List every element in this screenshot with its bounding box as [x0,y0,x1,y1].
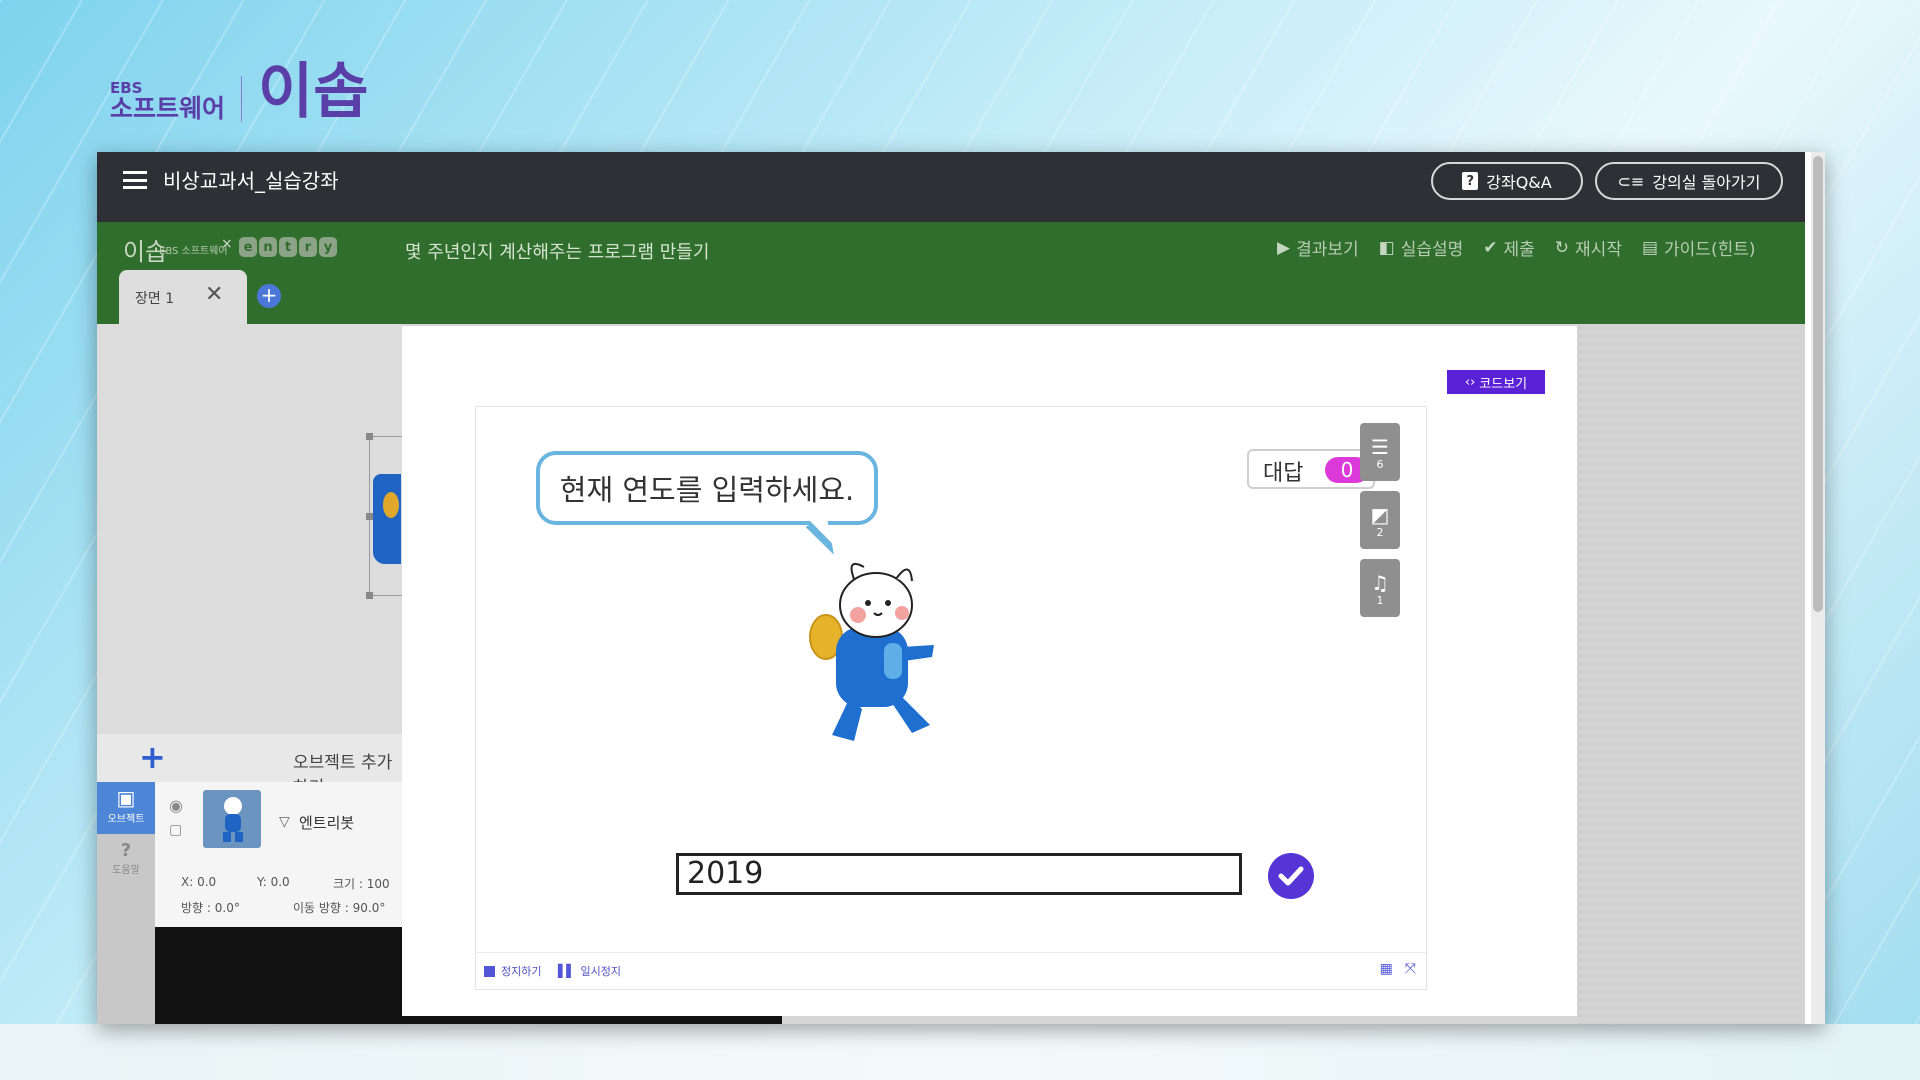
entry-toolbar: 이솝 EBS 소프트웨어 × entry 몇 주년인지 계산해주는 프로그램 만… [97,222,1805,324]
block-workspace [1577,324,1805,1024]
lock-icon[interactable]: ▢ [169,822,182,838]
grid-icon[interactable]: ▦ [1380,961,1393,977]
stage-footer-tools: ▦ ⤧ [1380,961,1416,977]
logo-divider [241,76,243,122]
shape-resource-button[interactable]: ◩ 2 [1360,491,1400,549]
entrybot-character [809,563,934,741]
logo-iseum: 이솝 [258,57,369,127]
course-qa-button[interactable]: ? 강좌Q&A [1431,162,1583,200]
shape-icon: ◩ [1370,502,1390,527]
list-icon: ☰ [1371,434,1389,459]
tab-scene-1[interactable]: 장면 1 ✕ [119,270,247,324]
music-resource-button[interactable]: ♫ 1 [1360,559,1400,617]
object-list: ◉ ▢ ▽ 엔트리봇 X: 0.0 Y: 0.0 크기 : 100 방향 : 0… [155,782,402,927]
course-qa-label: 강좌Q&A [1486,173,1552,192]
browser-window: 비상교과서_실습강좌 ? 강좌Q&A ⊂≡ 강의실 돌아가기 이솝 EBS 소프… [97,152,1825,1024]
fullscreen-icon[interactable]: ⤧ [1405,961,1416,977]
question-icon: ? [1462,172,1479,190]
result-view-button[interactable]: ▶ 결과보기 [1277,235,1359,261]
practice-guide-button[interactable]: ◧ 실습설명 [1378,235,1464,261]
hint-button[interactable]: ▤ 가이드(힌트) [1641,235,1756,261]
object-direction: 방향 : 0.0° [181,901,240,915]
object-move-direction: 이동 방향 : 90.0° [293,901,386,915]
toolbar-actions: ▶ 결과보기 ◧ 실습설명 ✔ 제출 ↻ 재시작 ▤ 가이드(힌트) [1277,235,1756,261]
stop-icon [484,965,495,977]
close-icon[interactable]: ✕ [205,282,223,307]
answer-submit-button[interactable] [1268,853,1314,899]
page-scrollbar[interactable] [1811,152,1825,1024]
rail-help-tab[interactable]: ? 도움말 [97,836,155,888]
answer-label: 대답 [1263,461,1304,486]
music-icon: ♫ [1371,570,1389,595]
collab-x-mark: × [221,236,233,252]
answer-input[interactable]: 2019 [676,853,1242,895]
stage-footer: 정지하기 ▌▌ 일시정지 ▦ ⤧ [476,952,1426,989]
pause-button[interactable]: ▌▌ 일시정지 [558,963,621,979]
back-to-classroom-label: 강의실 돌아가기 [1652,173,1761,192]
check-icon: ✔ [1483,237,1498,258]
course-title: 비상교과서_실습강좌 [163,169,339,193]
answer-variable-monitor: 대답 0 [1247,449,1375,489]
code-area-dark [155,927,402,1024]
book-icon: ◧ [1378,237,1395,258]
page-scrollbar-thumb[interactable] [1813,156,1823,612]
entrybot-thumbnail[interactable] [203,790,261,848]
play-icon: ▶ [1277,237,1291,258]
lesson-title: 몇 주년인지 계산해주는 프로그램 만들기 [405,242,710,263]
run-stage: 현재 연도를 입력하세요. 대답 0 ☰ 6 ◩ 2 ♫ 1 2019 정지하기… [475,406,1427,990]
code-icon: ‹› [1464,374,1476,390]
refresh-icon: ↻ [1554,237,1570,258]
chevron-down-icon[interactable]: ▽ [279,814,290,830]
object-icon: ▣ [116,786,136,810]
object-x: X: 0.0 [181,875,217,889]
list-resource-button[interactable]: ☰ 6 [1360,423,1400,481]
entry-logo: entry [239,237,337,257]
object-y: Y: 0.0 [257,875,290,889]
add-scene-icon[interactable]: + [257,284,281,308]
pause-icon: ▌▌ [558,964,575,978]
ebs-software-small-logo: EBS 소프트웨어 [159,246,228,257]
bottom-strip [0,1024,1920,1080]
course-header: 비상교과서_실습강좌 ? 강좌Q&A ⊂≡ 강의실 돌아가기 [97,152,1805,222]
hamburger-menu-icon[interactable] [123,171,147,189]
submit-button[interactable]: ✔ 제출 [1483,235,1535,261]
stop-button[interactable]: 정지하기 [484,963,541,979]
view-code-button[interactable]: ‹› 코드보기 [1447,370,1545,394]
stage-preview [97,324,411,744]
check-icon [1278,866,1304,886]
logo-software: 소프트웨어 [110,93,226,123]
scene-tab-label: 장면 1 [135,291,175,307]
resource-buttons: ☰ 6 ◩ 2 ♫ 1 [1360,423,1400,617]
eye-icon[interactable]: ◉ [169,796,183,815]
clipboard-icon: ▤ [1641,237,1659,258]
object-side-rail: ▣ 오브젝트 ? 도움말 [97,782,155,1024]
ebs-software-iseum-logo: EBS 소프트웨어 이솝 [110,62,368,122]
add-object-bar[interactable]: + 오브젝트 추가하기 [97,734,402,798]
rail-object-tab[interactable]: ▣ 오브젝트 [97,782,155,834]
result-view-modal: ‹› 코드보기 현재 연도를 입력하세요. 대답 0 ☰ 6 ◩ 2 ♫ 1 2… [402,326,1577,1016]
back-to-classroom-button[interactable]: ⊂≡ 강의실 돌아가기 [1595,162,1783,200]
plus-icon: + [139,738,166,776]
list-back-icon: ⊂≡ [1617,171,1645,191]
help-icon: ? [120,840,132,861]
object-name[interactable]: 엔트리봇 [299,812,354,833]
restart-button[interactable]: ↻ 재시작 [1554,235,1622,261]
object-size: 크기 : 100 [333,877,390,891]
